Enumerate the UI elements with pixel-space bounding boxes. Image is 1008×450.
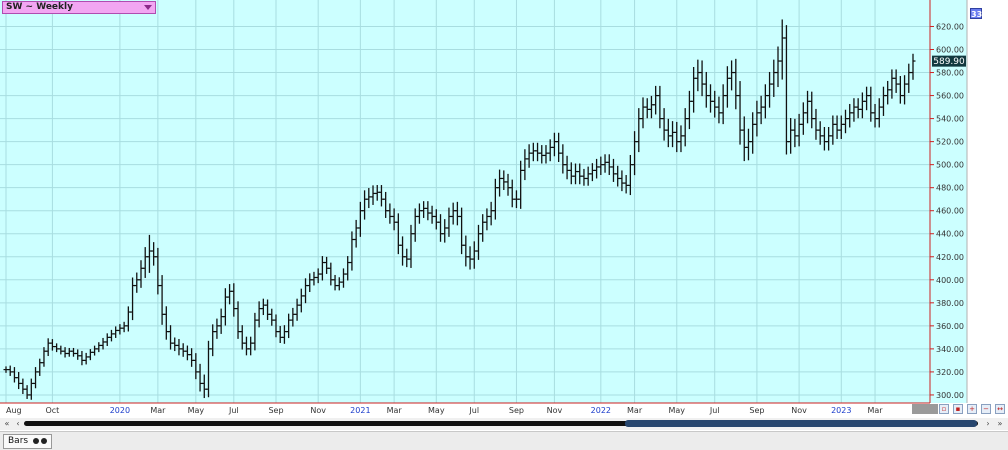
time-axis-label: Mar — [867, 406, 883, 415]
time-axis-label: Sep — [749, 406, 764, 415]
corner-badge[interactable]: 33 — [970, 8, 982, 19]
time-axis-label: Nov — [791, 406, 807, 415]
last-price-value: 589.90 — [933, 57, 965, 67]
right-strip — [967, 0, 1008, 403]
price-tick-label: 480.00 — [936, 184, 964, 193]
price-tick-label: 500.00 — [936, 161, 964, 170]
price-tick-label: 320.00 — [936, 368, 964, 377]
time-axis-label: 2021 — [350, 406, 370, 415]
time-axis-label: Mar — [627, 406, 643, 415]
price-tick-label: 580.00 — [936, 69, 964, 78]
price-tick-label: 600.00 — [936, 46, 964, 55]
bars-tab-label: Bars — [8, 436, 29, 446]
price-tick-label: 300.00 — [936, 391, 964, 400]
time-axis-scroll-marker[interactable] — [912, 404, 938, 414]
scroll-prev-button[interactable]: ‹ — [13, 418, 23, 429]
scroll-thumb[interactable] — [625, 420, 977, 427]
chart-type-icon[interactable]: ▪ — [953, 404, 963, 414]
symbol-title: SW ~ Weekly — [6, 2, 73, 12]
price-tick-label: 540.00 — [936, 115, 964, 124]
time-axis-label: Jul — [228, 406, 239, 415]
time-axis-label: 2023 — [831, 406, 851, 415]
time-axis-label: Oct — [45, 406, 59, 415]
price-tick-label: 380.00 — [936, 299, 964, 308]
bottom-tab-bar: Bars — [0, 431, 1008, 450]
time-axis-label: Aug — [6, 406, 22, 415]
scroll-next-button[interactable]: › — [983, 418, 993, 429]
bars-tab[interactable]: Bars — [3, 434, 52, 449]
price-tick-label: 440.00 — [936, 230, 964, 239]
chevron-down-icon[interactable] — [144, 5, 152, 10]
price-tick-label: 460.00 — [936, 207, 964, 216]
price-tick-label: 620.00 — [936, 22, 964, 31]
time-axis-label: Nov — [310, 406, 326, 415]
price-tick-label: 400.00 — [936, 276, 964, 285]
time-axis-label: May — [668, 406, 685, 415]
price-tick-label: 420.00 — [936, 253, 964, 262]
price-tick-label: 520.00 — [936, 138, 964, 147]
time-axis-label: Mar — [150, 406, 166, 415]
price-chart[interactable]: 300.00 320.00 340.00 360.00 380.00 400.00 420.… — [0, 0, 1008, 418]
time-axis-label: Jul — [468, 406, 479, 415]
time-axis-label: Sep — [268, 406, 283, 415]
chart-type-icon[interactable]: ▫ — [939, 404, 949, 414]
time-axis-label: May — [188, 406, 205, 415]
horizontal-scrollbar[interactable]: « ‹ › » — [0, 418, 1008, 430]
time-axis-label: 2020 — [110, 406, 130, 415]
last-price-tag: 589.90 — [932, 55, 966, 67]
symbol-selector[interactable]: SW ~ Weekly — [2, 1, 156, 14]
zoom-in-icon[interactable]: + — [967, 404, 977, 414]
time-axis-label: Sep — [509, 406, 524, 415]
time-axis-label: 2022 — [591, 406, 611, 415]
time-axis-label: Mar — [387, 406, 403, 415]
price-tick-label: 560.00 — [936, 92, 964, 101]
time-axis-label: May — [428, 406, 445, 415]
dot-icon — [32, 437, 39, 444]
fit-icon[interactable]: ↔ — [995, 404, 1005, 414]
price-tick-label: 360.00 — [936, 322, 964, 331]
scroll-last-button[interactable]: » — [995, 418, 1005, 429]
dot-icon — [40, 437, 47, 444]
time-axis-label: Jul — [709, 406, 720, 415]
scroll-first-button[interactable]: « — [2, 418, 12, 429]
price-tick-label: 340.00 — [936, 345, 964, 354]
plot-background — [0, 0, 930, 403]
zoom-out-icon[interactable]: − — [981, 404, 991, 414]
time-axis-label: Nov — [547, 406, 563, 415]
